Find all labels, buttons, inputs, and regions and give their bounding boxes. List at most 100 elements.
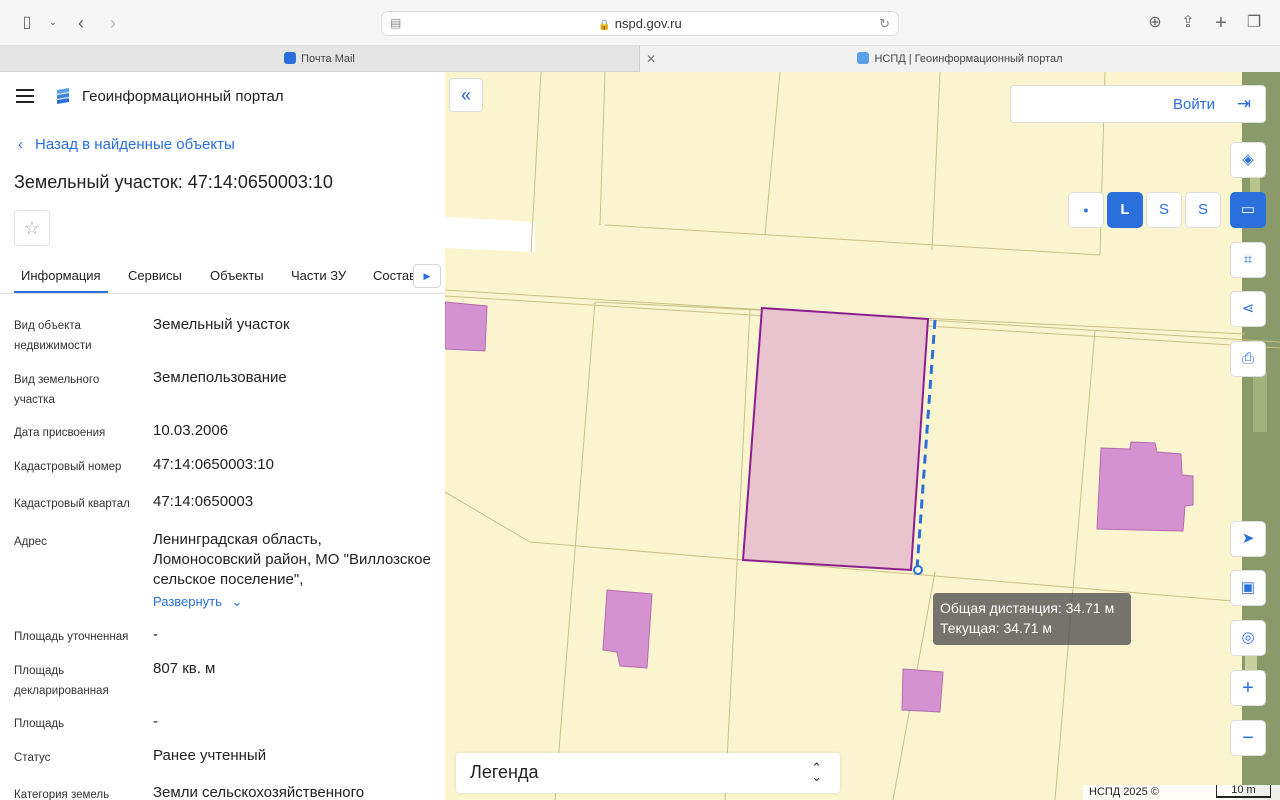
value-land-category: Земли сельскохозяйственного	[153, 784, 365, 800]
value-assign-date: 10.03.2006	[153, 422, 229, 439]
value-area-declared: 807 кв. м	[153, 660, 216, 677]
zoom-out-button[interactable]: −	[1230, 720, 1266, 756]
value-cadastral-number: 47:14:0650003:10	[153, 456, 274, 473]
address-bar[interactable]: ▤ 🔒 nspd.gov.ru ↻	[381, 11, 899, 36]
line-measure-icon: L	[1120, 201, 1130, 218]
zoom-in-button[interactable]: +	[1230, 670, 1266, 706]
tab-composition[interactable]: Состав	[373, 268, 416, 283]
point-measure-button[interactable]: ●	[1068, 192, 1104, 228]
login-button[interactable]: Войти ⇥	[1010, 85, 1266, 123]
measure-tooltip: Общая дистанция: 34.71 м Текущая: 34.71 …	[933, 593, 1131, 645]
geo-search-icon: ◎	[1241, 629, 1255, 646]
forward-icon[interactable]: ›	[102, 12, 124, 34]
tab-strip: Почта Mail ✕ НСПД | Геоинформационный по…	[0, 46, 1280, 72]
sidebar-toggle-icon[interactable]: ▯	[16, 12, 38, 34]
tab-objects[interactable]: Объекты	[210, 268, 264, 283]
tab-info[interactable]: Информация	[14, 268, 108, 293]
scale-bar: 10 m	[1216, 785, 1271, 798]
mail-favicon-icon	[284, 52, 297, 64]
share-icon: ⋖	[1241, 300, 1255, 317]
lock-icon: 🔒	[598, 20, 611, 31]
point-icon: ●	[1083, 205, 1089, 215]
login-arrow-icon: ⇥	[1236, 94, 1251, 113]
locate-button[interactable]: ➤	[1230, 521, 1266, 557]
area-select-button[interactable]: ⌗	[1230, 242, 1266, 278]
building[interactable]	[1096, 441, 1194, 532]
area-select-icon: ⌗	[1243, 251, 1253, 268]
download-icon[interactable]: ⊕	[1144, 12, 1166, 34]
tab-services[interactable]: Сервисы	[128, 268, 182, 283]
zoom-out-icon: −	[1242, 727, 1254, 749]
label-land-category: Категория земель	[14, 789, 110, 800]
expand-collapse-icon: ⌃ ⌄	[811, 760, 822, 784]
building[interactable]	[445, 301, 488, 352]
map-canvas[interactable]	[445, 72, 1280, 800]
page-title: Земельный участок: 47:14:0650003:10	[14, 172, 333, 192]
label-object-type: Вид объекта недвижимости	[14, 320, 92, 352]
circle-measure-icon: S	[1197, 201, 1208, 218]
new-tab-icon[interactable]: +	[1210, 12, 1232, 34]
minimap-icon: ▣	[1240, 579, 1256, 596]
back-to-results-link[interactable]: ‹ Назад в найденные объекты	[18, 136, 235, 153]
minimap-button[interactable]: ▣	[1230, 570, 1266, 606]
label-area-refined: Площадь уточненная	[14, 631, 129, 643]
print-icon: ⎙	[1241, 350, 1254, 367]
value-area-refined: -	[153, 626, 158, 643]
login-label: Войти	[1173, 96, 1215, 113]
measure-point[interactable]	[913, 565, 923, 575]
portal-title: Геоинформационный портал	[82, 88, 284, 105]
chevron-down-icon[interactable]: ⌄	[42, 12, 64, 34]
current-distance: Текущая: 34.71 м	[940, 620, 1053, 636]
value-address: Ленинградская область, Ломоносовский рай…	[153, 531, 431, 588]
browser-toolbar: ▯ ⌄ ‹ › ▤ 🔒 nspd.gov.ru ↻ ⊕ ⇪ + ❐	[0, 0, 1280, 46]
portal-logo-icon	[57, 88, 69, 104]
geo-search-button[interactable]: ◎	[1230, 620, 1266, 656]
back-icon[interactable]: ‹	[70, 12, 92, 34]
area-measure-button[interactable]: S	[1146, 192, 1182, 228]
circle-measure-button[interactable]: S	[1185, 192, 1221, 228]
ruler-button[interactable]: ▭	[1230, 192, 1266, 228]
info-panel: Геоинформационный портал ‹ Назад в найден…	[0, 72, 445, 800]
collapse-panel-icon[interactable]: «	[449, 78, 483, 112]
expand-address-button[interactable]: Развернуть ⌄	[153, 594, 242, 610]
tab-mail[interactable]: Почта Mail	[0, 46, 640, 72]
total-distance: Общая дистанция: 34.71 м	[940, 600, 1115, 616]
tabs-scroll-right-icon[interactable]: ▶	[413, 264, 441, 288]
area-measure-icon: S	[1158, 201, 1169, 218]
label-cadastral-quarter: Кадастровый квартал	[14, 498, 130, 510]
info-tabs: Информация Сервисы Объекты Части ЗУ Сост…	[0, 258, 445, 294]
building[interactable]	[901, 668, 944, 713]
share-map-button[interactable]: ⋖	[1230, 291, 1266, 327]
tab-mail-label: Почта Mail	[301, 53, 355, 65]
tab-parts[interactable]: Части ЗУ	[291, 268, 346, 283]
share-icon[interactable]: ⇪	[1177, 12, 1199, 34]
label-area: Площадь	[14, 718, 65, 730]
tab-nspd-label: НСПД | Геоинформационный портал	[874, 53, 1063, 65]
label-status: Статус	[14, 752, 51, 764]
selected-parcel[interactable]	[741, 306, 930, 572]
page-menu-icon[interactable]: ▤	[390, 12, 401, 35]
layers-icon: ◈	[1242, 151, 1254, 168]
reload-icon[interactable]: ↻	[879, 12, 890, 35]
value-cadastral-quarter: 47:14:0650003	[153, 493, 254, 510]
map-footer: НСПД 2025 © 10 m	[1083, 785, 1280, 800]
line-measure-button[interactable]: L	[1107, 192, 1143, 228]
map-parcels	[445, 72, 1280, 800]
favorite-star-icon[interactable]: ☆	[14, 210, 50, 246]
road	[445, 217, 535, 252]
tabs-overview-icon[interactable]: ❐	[1243, 12, 1265, 34]
legend-label: Легенда	[470, 762, 539, 782]
label-cadastral-number: Кадастровый номер	[14, 461, 122, 473]
back-link-label: Назад в найденные объекты	[35, 136, 235, 153]
label-plot-type: Вид земельного участка	[14, 374, 100, 406]
menu-icon[interactable]	[16, 89, 34, 103]
close-tab-icon[interactable]: ✕	[646, 46, 656, 72]
layers-button[interactable]: ◈	[1230, 142, 1266, 178]
nspd-favicon-icon	[857, 52, 870, 64]
tab-nspd[interactable]: ✕ НСПД | Геоинформационный портал	[640, 46, 1280, 72]
label-area-declared: Площадь декларированная	[14, 665, 109, 697]
print-button[interactable]: ⎙	[1230, 341, 1266, 377]
legend-toggle[interactable]: Легенда ⌃ ⌄	[456, 753, 840, 793]
value-status: Ранее учтенный	[153, 747, 267, 764]
label-address: Адрес	[14, 536, 47, 548]
